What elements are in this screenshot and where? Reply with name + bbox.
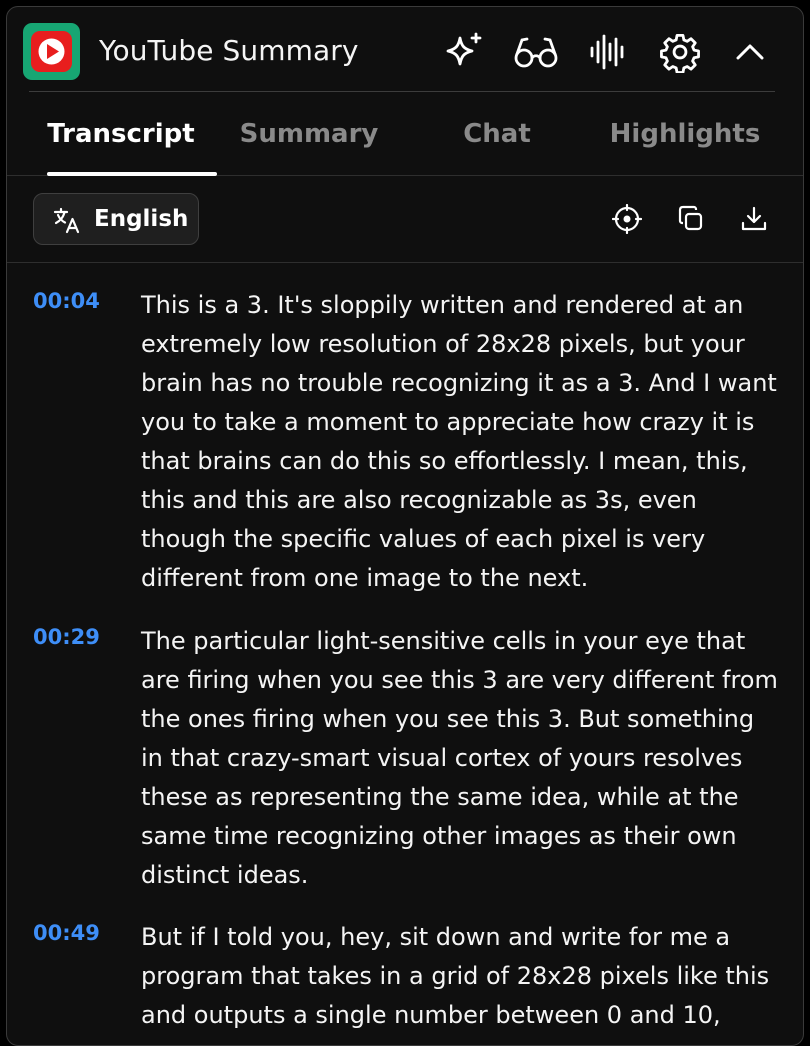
panel-header: YouTube Summary bbox=[7, 7, 803, 91]
transcript-segment: 00:29 The particular light-sensitive cel… bbox=[7, 600, 781, 895]
transcript-segment: 00:04 This is a 3. It's sloppily written… bbox=[7, 264, 781, 598]
gear-icon[interactable] bbox=[657, 29, 703, 75]
download-icon[interactable] bbox=[734, 199, 774, 239]
transcript-text: The particular light-sensitive cells in … bbox=[141, 627, 778, 889]
youtube-summary-logo-icon bbox=[23, 23, 80, 80]
transcript-text: This is a 3. It's sloppily written and r… bbox=[141, 291, 777, 592]
timestamp-link[interactable]: 00:49 bbox=[33, 918, 100, 948]
timestamp-link[interactable]: 00:29 bbox=[33, 622, 100, 652]
tab-chat[interactable]: Chat bbox=[403, 92, 591, 176]
language-label: English bbox=[94, 206, 189, 232]
glasses-icon[interactable] bbox=[513, 29, 559, 75]
tab-highlights[interactable]: Highlights bbox=[591, 92, 779, 176]
translate-icon bbox=[52, 205, 82, 239]
language-button[interactable]: English bbox=[33, 193, 199, 245]
transcript-segment: 00:49 But if I told you, hey, sit down a… bbox=[7, 896, 781, 1035]
audio-wave-icon[interactable] bbox=[585, 29, 631, 75]
transcript-text: But if I told you, hey, sit down and wri… bbox=[141, 923, 770, 1029]
tab-summary[interactable]: Summary bbox=[215, 92, 403, 176]
transcript-toolbar: English bbox=[7, 177, 803, 263]
crosshair-icon[interactable] bbox=[607, 199, 647, 239]
chevron-up-icon[interactable] bbox=[727, 29, 773, 75]
sparkles-icon[interactable] bbox=[441, 29, 487, 75]
copy-icon[interactable] bbox=[671, 199, 711, 239]
tab-bar: Transcript Summary Chat Highlights bbox=[7, 92, 803, 176]
tab-transcript[interactable]: Transcript bbox=[27, 92, 217, 176]
youtube-summary-panel: YouTube Summary Transcript Summary Chat … bbox=[6, 6, 804, 1046]
timestamp-link[interactable]: 00:04 bbox=[33, 286, 100, 316]
app-title: YouTube Summary bbox=[99, 34, 359, 67]
